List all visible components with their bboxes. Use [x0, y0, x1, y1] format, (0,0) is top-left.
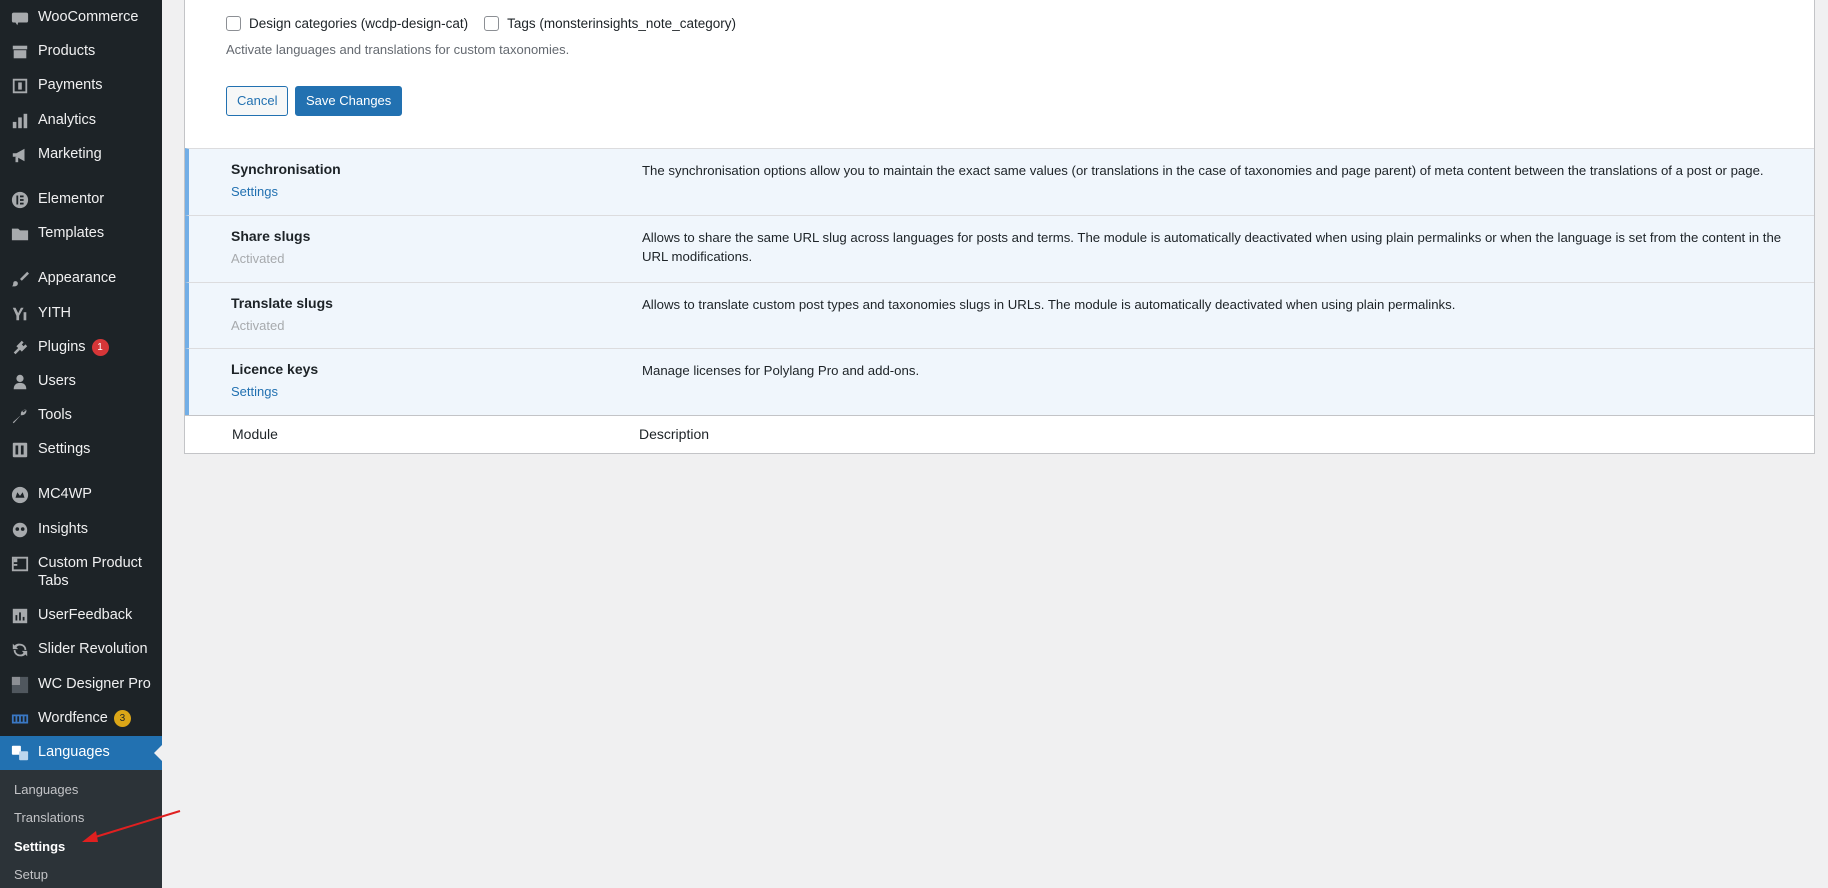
menu-languages[interactable]: Languages [0, 743, 162, 763]
module-name: Share slugs [231, 228, 311, 244]
menu-wordfence[interactable]: Wordfence 3 [0, 709, 162, 729]
menu-elementor[interactable]: Elementor [0, 190, 162, 210]
menu-label: Tools [38, 407, 72, 423]
module-row-translate-slugs: Translate slugs Activated Allows to tran… [185, 282, 1814, 348]
bar-chart-icon [10, 111, 30, 131]
module-row-share-slugs: Share slugs Activated Allows to share th… [185, 215, 1814, 282]
settings-icon [10, 440, 30, 460]
module-description: Allows to translate custom post types an… [642, 297, 1456, 312]
submenu-setup[interactable]: Setup [14, 867, 48, 882]
module-description: The synchronisation options allow you to… [642, 163, 1764, 178]
menu-label: Plugins 1 [38, 338, 109, 356]
save-changes-button[interactable]: Save Changes [295, 86, 403, 116]
module-status: Activated [231, 318, 285, 333]
plugin-icon [10, 338, 30, 358]
menu-label: Products [38, 43, 96, 59]
menu-woocommerce[interactable]: WooCommerce [0, 8, 162, 28]
module-name: Synchronisation [231, 161, 341, 177]
menu-label: Marketing [38, 146, 102, 162]
menu-payments[interactable]: Payments [0, 76, 162, 96]
folder-icon [10, 224, 30, 244]
footer-module-column[interactable]: Module [232, 426, 278, 442]
archive-icon [10, 42, 30, 62]
menu-plugins[interactable]: Plugins 1 [0, 338, 162, 358]
languages-submenu: Languages Translations Settings Setup [0, 770, 162, 888]
user-icon [10, 372, 30, 392]
menu-custom-product-tabs[interactable]: Custom Product Tabs [0, 554, 162, 590]
admin-sidebar: WooCommerce Products Payments Analytics … [0, 0, 162, 888]
menu-insights[interactable]: Insights [0, 520, 162, 540]
menu-users[interactable]: Users [0, 372, 162, 392]
wrench-icon [10, 406, 30, 426]
module-settings-link[interactable]: Settings [231, 384, 278, 399]
module-status: Activated [231, 251, 285, 266]
module-description: Manage licenses for Polylang Pro and add… [642, 363, 920, 378]
mc4wp-icon [10, 485, 30, 505]
menu-label: Wordfence 3 [38, 709, 131, 727]
designer-icon [10, 675, 30, 695]
module-description: Allows to share the same URL slug across… [642, 230, 1782, 264]
menu-label: Slider Revolution [38, 641, 148, 657]
menu-tools[interactable]: Tools [0, 406, 162, 426]
menu-label: Insights [38, 521, 88, 537]
tags-label[interactable]: Tags (monsterinsights_note_category) [507, 16, 736, 31]
megaphone-icon [10, 145, 30, 165]
menu-label: Custom Product Tabs [38, 555, 142, 589]
payments-icon [10, 76, 30, 96]
footer-description-column[interactable]: Description [639, 426, 709, 442]
wordfence-alert-badge: 3 [113, 710, 131, 727]
wordfence-icon [10, 709, 30, 729]
menu-mc4wp[interactable]: MC4WP [0, 485, 162, 505]
tags-checkbox[interactable] [484, 16, 500, 31]
module-row-licence-keys: Licence keys Settings Manage licenses fo… [185, 348, 1814, 415]
menu-label: Appearance [38, 270, 117, 286]
menu-label: Analytics [38, 112, 97, 128]
module-settings-link[interactable]: Settings [231, 184, 278, 199]
paintbrush-icon [10, 269, 30, 289]
design-categories-checkbox[interactable] [226, 16, 241, 31]
menu-marketing[interactable]: Marketing [0, 145, 162, 165]
menu-yith[interactable]: YITH [0, 304, 162, 324]
insights-icon [10, 520, 30, 540]
tabs-icon [10, 554, 30, 574]
polylang-modules-panel: Design categories (wcdp-design-cat) Tags… [184, 0, 1815, 454]
plugins-update-badge: 1 [91, 339, 109, 356]
menu-userfeedback[interactable]: UserFeedback [0, 606, 162, 626]
menu-label: MC4WP [38, 486, 92, 502]
submenu-settings[interactable]: Settings [14, 839, 65, 854]
yith-icon [10, 304, 30, 324]
taxonomies-help-text: Activate languages and translations for … [226, 42, 570, 57]
module-row-synchronisation: Synchronisation Settings The synchronisa… [185, 148, 1814, 215]
custom-taxonomies-options: Design categories (wcdp-design-cat) Tags… [226, 16, 752, 31]
woocommerce-icon [10, 8, 30, 28]
menu-label: Settings [38, 441, 91, 457]
menu-appearance[interactable]: Appearance [0, 269, 162, 289]
menu-settings[interactable]: Settings [0, 440, 162, 460]
menu-label: YITH [38, 305, 72, 321]
elementor-icon [10, 190, 30, 210]
menu-slider-revolution[interactable]: Slider Revolution [0, 640, 162, 660]
menu-label: UserFeedback [38, 607, 133, 623]
design-categories-label[interactable]: Design categories (wcdp-design-cat) [249, 16, 468, 31]
submenu-translations[interactable]: Translations [14, 810, 84, 825]
menu-label: Payments [38, 77, 103, 93]
feedback-icon [10, 606, 30, 626]
submenu-languages[interactable]: Languages [14, 782, 78, 797]
modules-table-footer: Module Description [185, 415, 1814, 453]
menu-label: Users [38, 373, 76, 389]
menu-label: Templates [38, 225, 105, 241]
menu-label: WooCommerce [38, 9, 139, 25]
menu-label: Elementor [38, 191, 105, 207]
menu-analytics[interactable]: Analytics [0, 111, 162, 131]
refresh-icon [10, 640, 30, 660]
menu-products[interactable]: Products [0, 42, 162, 62]
menu-templates[interactable]: Templates [0, 224, 162, 244]
translation-icon [10, 743, 30, 763]
cancel-button[interactable]: Cancel [226, 86, 289, 116]
module-name: Translate slugs [231, 295, 333, 311]
menu-label: Languages [38, 744, 110, 760]
menu-label: WC Designer Pro [38, 676, 151, 692]
menu-wc-designer-pro[interactable]: WC Designer Pro [0, 675, 162, 695]
module-name: Licence keys [231, 361, 319, 377]
